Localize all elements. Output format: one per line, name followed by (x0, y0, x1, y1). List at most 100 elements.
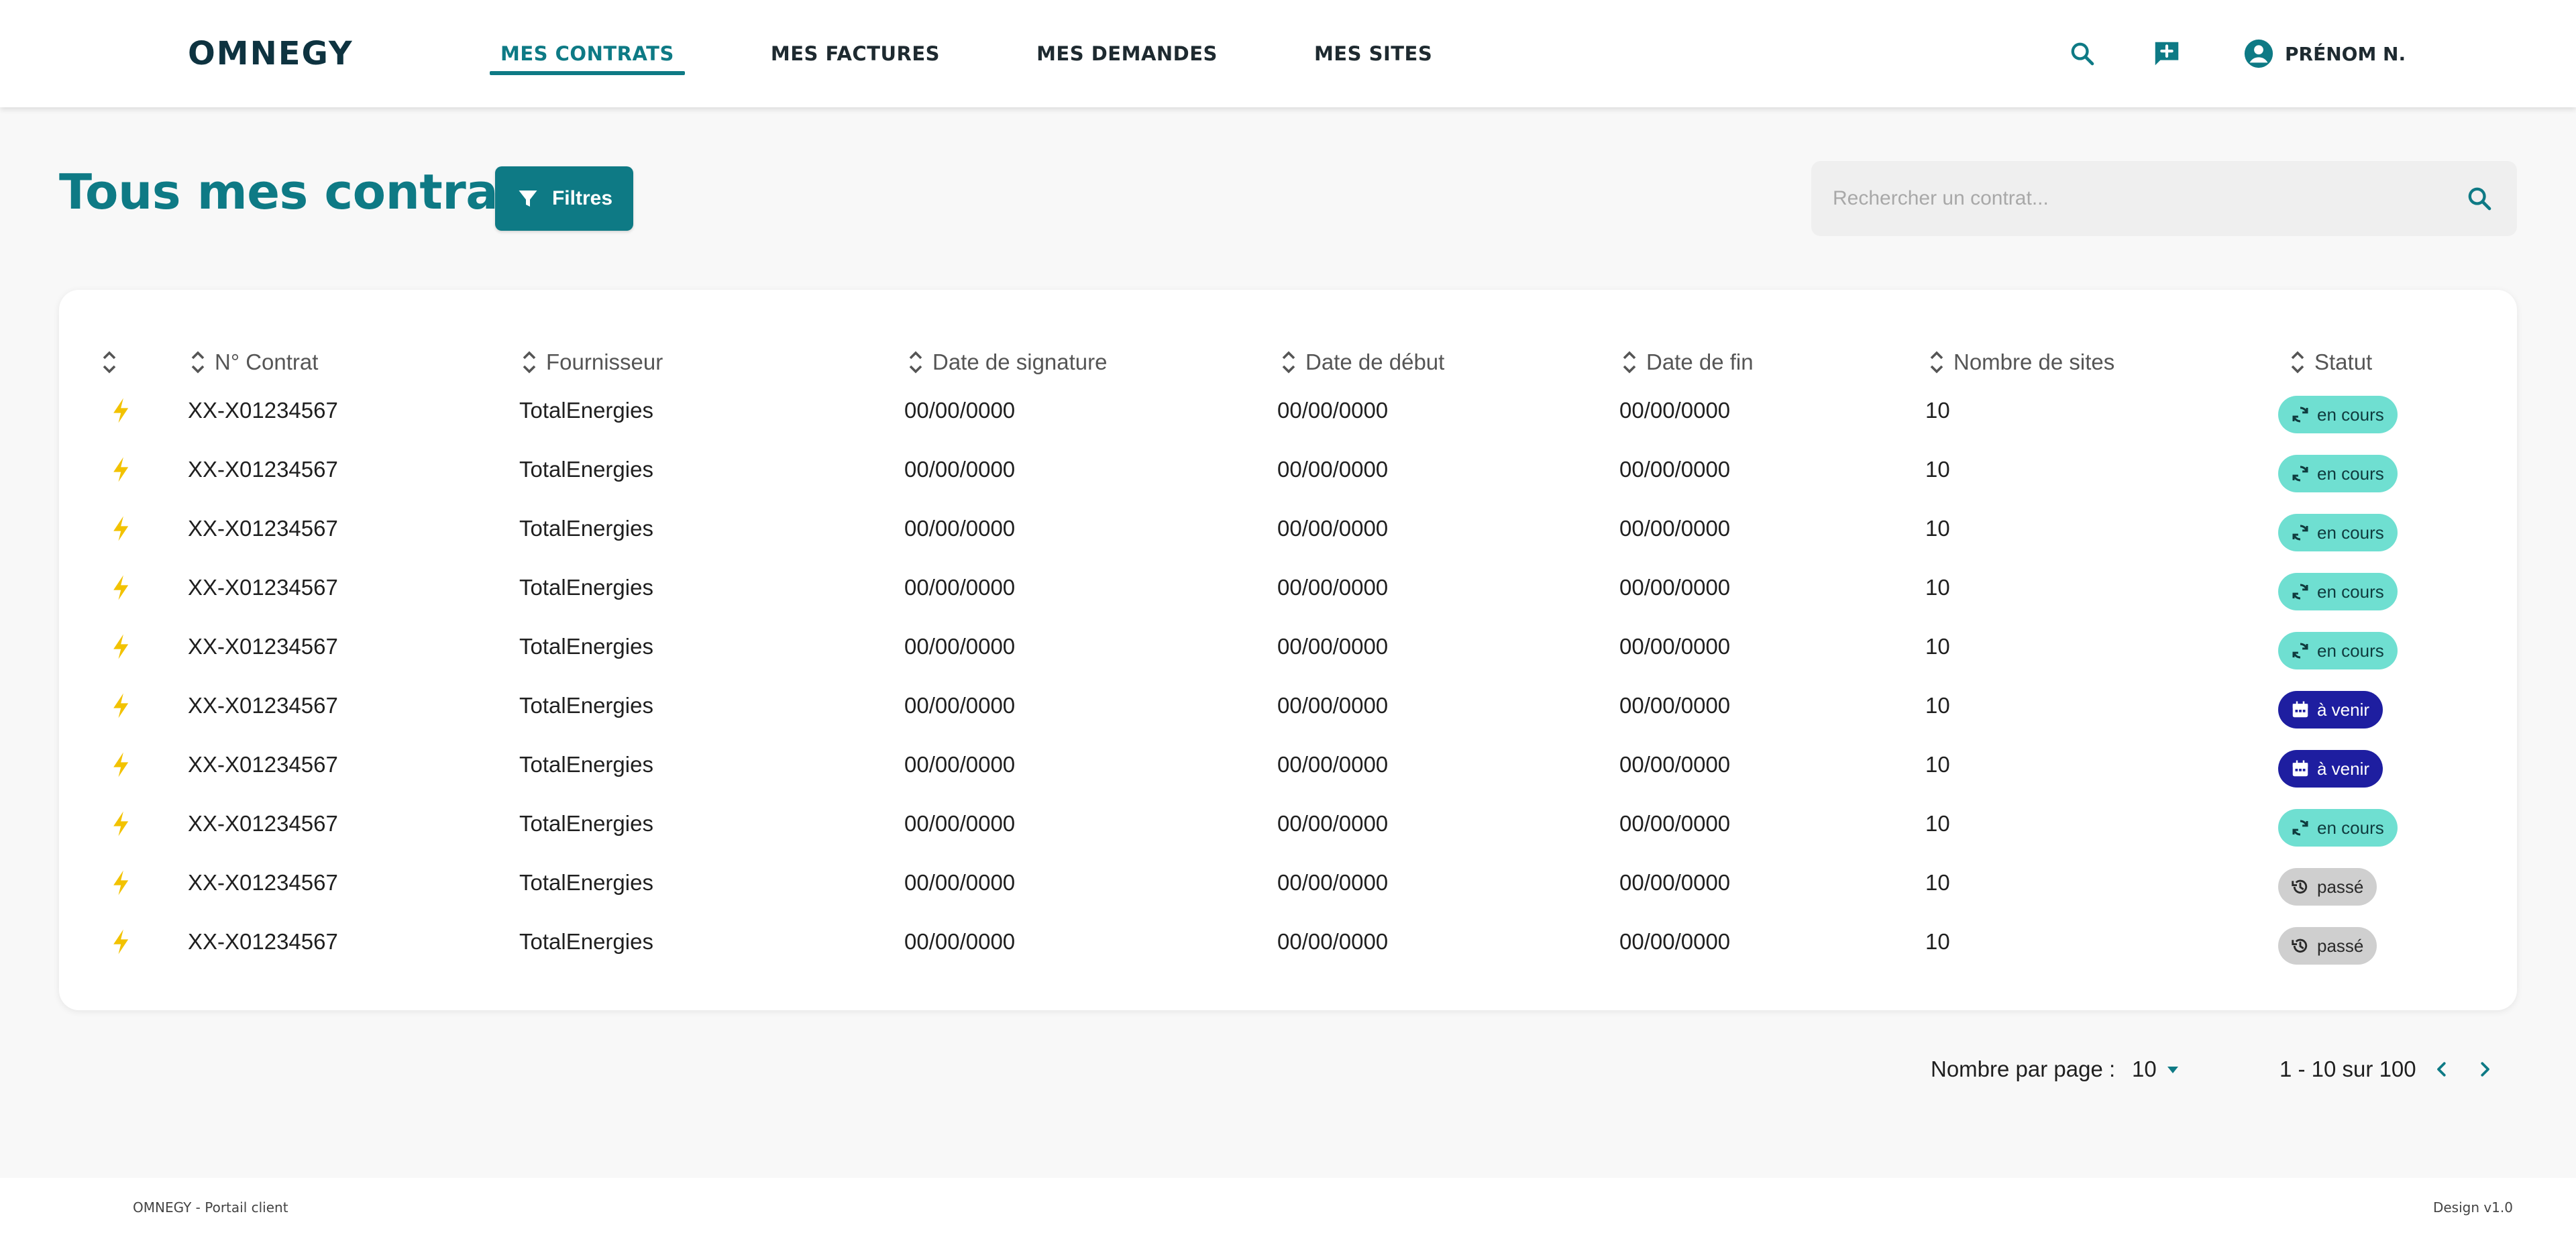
search-submit-button[interactable] (2463, 182, 2496, 215)
per-page-select[interactable]: 10 (2132, 1050, 2180, 1088)
contract-number-cell: XX-X01234567 (188, 693, 338, 718)
refresh-icon (2292, 820, 2308, 836)
filters-label: Filtres (551, 187, 613, 209)
energy-type (107, 632, 137, 661)
table-row[interactable]: XX-X01234567 TotalEnergies 00/00/0000 00/00… (59, 381, 2517, 440)
signature-date-cell: 00/00/0000 (904, 752, 1016, 777)
search-icon (2468, 187, 2491, 211)
new-request-button[interactable] (2148, 35, 2186, 72)
status-badge[interactable]: en cours (2278, 455, 2398, 492)
end-date-cell: 00/00/0000 (1619, 929, 1731, 954)
previous-page-button[interactable] (2426, 1050, 2458, 1088)
user-menu[interactable]: PRÉNOM N. (2243, 35, 2406, 72)
main-nav: MES CONTRATS MES FACTURES MES DEMANDES M… (490, 0, 1518, 107)
end-date-cell: 00/00/0000 (1619, 634, 1731, 659)
site-count-cell: 10 (1925, 398, 1950, 423)
status-badge[interactable]: en cours (2278, 396, 2398, 433)
contract-search-box (1811, 161, 2517, 236)
status-badge[interactable]: en cours (2278, 514, 2398, 551)
energy-type (107, 396, 137, 425)
status-badge[interactable]: à venir (2278, 750, 2383, 788)
refresh-icon (2292, 407, 2308, 423)
pagination-range: 1 - 10 sur 100 (2279, 1057, 2416, 1081)
supplier-cell: TotalEnergies (519, 398, 653, 423)
electricity-bolt-icon (113, 516, 129, 541)
status-badge[interactable]: à venir (2278, 691, 2383, 729)
omnegy-logo[interactable]: OMNEGY (188, 34, 354, 74)
electricity-bolt-icon (113, 693, 129, 718)
supplier-cell: TotalEnergies (519, 634, 653, 659)
signature-date-cell: 00/00/0000 (904, 870, 1016, 895)
end-date-cell: 00/00/0000 (1619, 870, 1731, 895)
status-label: à venir (2317, 699, 2370, 720)
header-search-button[interactable] (2063, 35, 2101, 72)
column-header-supplier[interactable]: Fournisseur (519, 342, 663, 382)
start-date-cell: 00/00/0000 (1277, 398, 1389, 423)
end-date-cell: 00/00/0000 (1619, 811, 1731, 836)
contract-number-cell: XX-X01234567 (188, 811, 338, 836)
sort-icon (523, 351, 536, 374)
sort-energy-column[interactable] (99, 342, 126, 382)
start-date-cell: 00/00/0000 (1277, 693, 1389, 718)
end-date-cell: 00/00/0000 (1619, 752, 1731, 777)
status-badge[interactable]: en cours (2278, 573, 2398, 610)
column-header-end-date[interactable]: Date de fin (1619, 342, 1754, 382)
table-row[interactable]: XX-X01234567 TotalEnergies 00/00/0000 00/00… (59, 676, 2517, 735)
nav-mes-factures[interactable]: MES FACTURES (760, 0, 951, 107)
sort-icon (103, 351, 116, 374)
start-date-cell: 00/00/0000 (1277, 870, 1389, 895)
status-badge[interactable]: en cours (2278, 632, 2398, 669)
table-row[interactable]: XX-X01234567 TotalEnergies 00/00/0000 00/00… (59, 735, 2517, 794)
status-label: passé (2317, 876, 2364, 897)
electricity-bolt-icon (113, 752, 129, 777)
column-header-signature-date[interactable]: Date de signature (906, 342, 1108, 382)
status-label: en cours (2317, 581, 2384, 602)
calendar-icon (2292, 701, 2308, 718)
status-label: passé (2317, 935, 2364, 956)
signature-date-cell: 00/00/0000 (904, 516, 1016, 541)
table-row[interactable]: XX-X01234567 TotalEnergies 00/00/0000 00/00… (59, 617, 2517, 676)
signature-date-cell: 00/00/0000 (904, 693, 1016, 718)
sort-icon (1930, 351, 1943, 374)
nav-mes-sites[interactable]: MES SITES (1303, 0, 1443, 107)
table-row[interactable]: XX-X01234567 TotalEnergies 00/00/0000 00/00… (59, 794, 2517, 853)
refresh-icon (2292, 643, 2308, 659)
column-header-start-date[interactable]: Date de début (1279, 342, 1444, 382)
electricity-bolt-icon (113, 811, 129, 837)
contract-search-input[interactable] (1833, 187, 2463, 210)
status-badge[interactable]: passé (2278, 927, 2377, 965)
table-row[interactable]: XX-X01234567 TotalEnergies 00/00/0000 00/00… (59, 558, 2517, 617)
column-header-contract[interactable]: N° Contrat (188, 342, 318, 382)
end-date-cell: 00/00/0000 (1619, 575, 1731, 600)
history-icon (2292, 938, 2308, 953)
start-date-cell: 00/00/0000 (1277, 457, 1389, 482)
table-row[interactable]: XX-X01234567 TotalEnergies 00/00/0000 00/00… (59, 912, 2517, 971)
signature-date-cell: 00/00/0000 (904, 929, 1016, 954)
electricity-bolt-icon (113, 457, 129, 482)
nav-mes-demandes[interactable]: MES DEMANDES (1026, 0, 1228, 107)
energy-type (107, 691, 137, 720)
table-row[interactable]: XX-X01234567 TotalEnergies 00/00/0000 00/00… (59, 440, 2517, 499)
status-badge[interactable]: en cours (2278, 809, 2398, 847)
refresh-icon (2292, 466, 2308, 482)
column-header-site-count[interactable]: Nombre de sites (1927, 342, 2114, 382)
supplier-cell: TotalEnergies (519, 516, 653, 541)
end-date-cell: 00/00/0000 (1619, 398, 1731, 423)
table-row[interactable]: XX-X01234567 TotalEnergies 00/00/0000 00/00… (59, 499, 2517, 558)
page-footer: OMNEGY - Portail client Design v1.0 (0, 1178, 2576, 1241)
contract-number-cell: XX-X01234567 (188, 516, 338, 541)
energy-type (107, 573, 137, 602)
nav-mes-contrats[interactable]: MES CONTRATS (490, 0, 685, 107)
contract-number-cell: XX-X01234567 (188, 575, 338, 600)
start-date-cell: 00/00/0000 (1277, 575, 1389, 600)
electricity-bolt-icon (113, 634, 129, 659)
filters-button[interactable]: Filtres (495, 166, 633, 231)
end-date-cell: 00/00/0000 (1619, 693, 1731, 718)
contract-number-cell: XX-X01234567 (188, 752, 338, 777)
column-header-status[interactable]: Statut (2288, 342, 2372, 382)
next-page-button[interactable] (2469, 1050, 2501, 1088)
supplier-cell: TotalEnergies (519, 693, 653, 718)
site-count-cell: 10 (1925, 752, 1950, 777)
status-badge[interactable]: passé (2278, 868, 2377, 906)
table-row[interactable]: XX-X01234567 TotalEnergies 00/00/0000 00/00… (59, 853, 2517, 912)
